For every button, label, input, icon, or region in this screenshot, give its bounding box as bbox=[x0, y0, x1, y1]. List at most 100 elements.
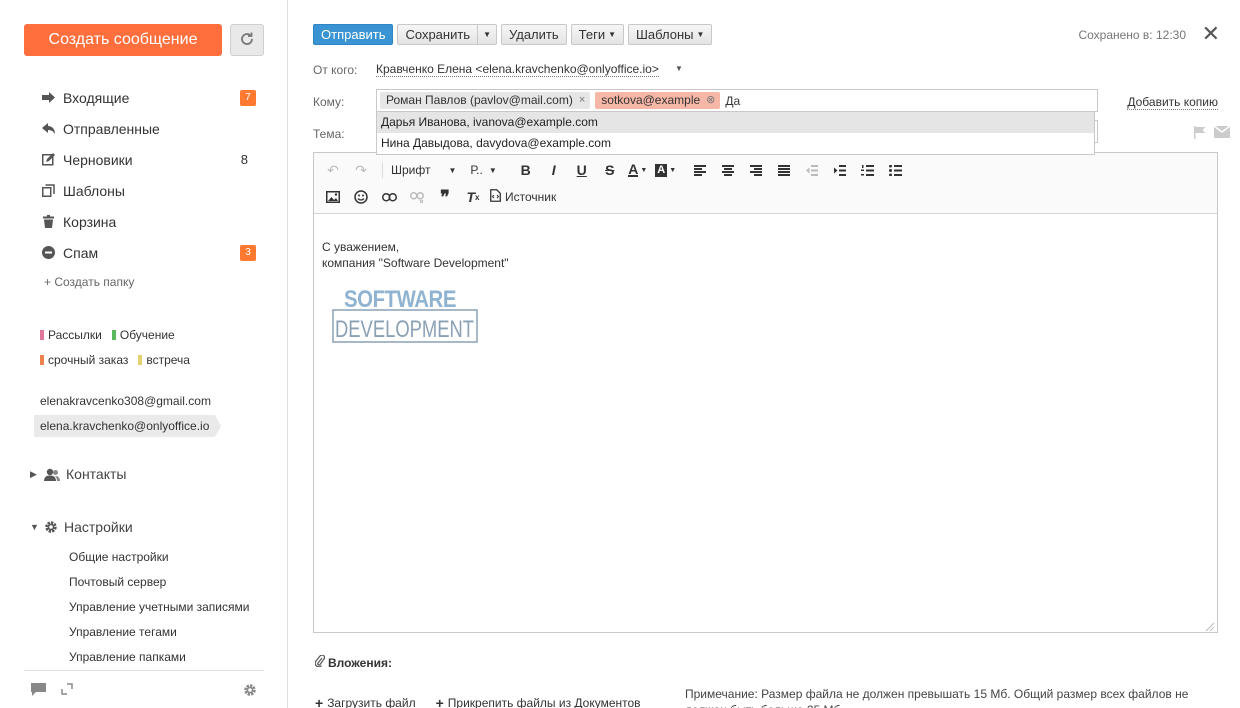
tag-item[interactable]: Рассылки bbox=[40, 328, 102, 342]
folder-inbox[interactable]: Входящие 7 bbox=[40, 82, 260, 113]
align-left-icon[interactable] bbox=[689, 159, 711, 181]
delete-button[interactable]: Удалить bbox=[501, 24, 567, 45]
tag-label: срочный заказ bbox=[48, 352, 129, 367]
tag-item[interactable]: встреча bbox=[138, 353, 190, 367]
outdent-icon[interactable] bbox=[801, 159, 823, 181]
draft-count: 8 bbox=[240, 152, 248, 167]
tag-color-swatch bbox=[111, 329, 116, 340]
bold-icon[interactable]: B bbox=[515, 159, 537, 181]
tag-label: Рассылки bbox=[48, 327, 102, 342]
source-button[interactable]: Источник bbox=[490, 189, 556, 205]
account-item[interactable]: elenakravcenko308@gmail.com bbox=[34, 390, 215, 412]
settings-list: Общие настройки Почтовый сервер Управлен… bbox=[69, 545, 249, 670]
create-folder-link[interactable]: + Создать папку bbox=[44, 275, 134, 289]
recipient-chip[interactable]: Роман Павлов (pavlov@mail.com) × bbox=[380, 92, 591, 109]
saved-status: Сохранено в: 12:30 bbox=[1078, 28, 1186, 42]
recipient-chip-invalid[interactable]: sotkova@example ⊗ bbox=[595, 92, 721, 109]
align-right-icon[interactable] bbox=[745, 159, 767, 181]
from-select[interactable]: Кравченко Елена <elena.kravchenko@onlyof… bbox=[376, 62, 659, 77]
sidebar-footer bbox=[24, 670, 264, 708]
upload-file-button[interactable]: + Загрузить файл bbox=[315, 695, 416, 708]
create-message-button[interactable]: Создать сообщение bbox=[24, 24, 222, 56]
contacts-section[interactable]: ▶ Контакты bbox=[30, 466, 126, 482]
tag-color-swatch bbox=[138, 354, 143, 365]
font-size-select[interactable]: Р.. ▼ bbox=[470, 163, 496, 177]
flag-icon[interactable] bbox=[1194, 126, 1206, 142]
editor-toolbar: ↶ ↷ Шрифт ▼ Р.. ▼ B I U S A ▼ A ▼ ❞ T x … bbox=[314, 153, 1217, 214]
align-justify-icon[interactable] bbox=[773, 159, 795, 181]
save-options-button[interactable]: ▼ bbox=[478, 24, 497, 45]
numbered-list-icon[interactable] bbox=[857, 159, 879, 181]
redo-icon[interactable]: ↷ bbox=[350, 159, 372, 181]
to-label: Кому: bbox=[313, 95, 345, 109]
settings-item-general[interactable]: Общие настройки bbox=[69, 545, 249, 570]
text-color-icon[interactable]: A ▼ bbox=[627, 159, 649, 181]
message-body[interactable]: С уважением, компания "Software Developm… bbox=[322, 239, 509, 271]
image-icon[interactable] bbox=[322, 186, 344, 208]
chevron-down-icon[interactable]: ▼ bbox=[675, 64, 683, 73]
suggestion-item[interactable]: Нина Давыдова, davydova@example.com bbox=[377, 133, 1094, 154]
folder-drafts[interactable]: Черновики 8 bbox=[40, 144, 260, 175]
folder-trash[interactable]: Корзина bbox=[40, 206, 260, 237]
settings-item-tags[interactable]: Управление тегами bbox=[69, 620, 249, 645]
account-list: elenakravcenko308@gmail.com elena.kravch… bbox=[34, 390, 222, 437]
attach-documents-button[interactable]: + Прикрепить файлы из Документов bbox=[436, 695, 641, 708]
templates-button-label: Шаблоны bbox=[636, 27, 694, 42]
close-icon[interactable]: ✕ bbox=[1202, 23, 1220, 45]
add-copy-link[interactable]: Добавить копию bbox=[1127, 95, 1218, 110]
svg-text:SOFTWARE: SOFTWARE bbox=[344, 286, 456, 313]
to-input[interactable] bbox=[725, 92, 786, 109]
subject-icons bbox=[1194, 125, 1231, 142]
folder-sent[interactable]: Отправленные bbox=[40, 113, 260, 144]
folder-label: Шаблоны bbox=[63, 182, 125, 199]
settings-item-mail-server[interactable]: Почтовый сервер bbox=[69, 570, 249, 595]
account-item-selected[interactable]: elena.kravchenko@onlyoffice.io bbox=[34, 415, 222, 437]
align-center-icon[interactable] bbox=[717, 159, 739, 181]
tag-label: встреча bbox=[146, 352, 190, 367]
resize-handle[interactable] bbox=[1205, 620, 1215, 632]
background-color-icon[interactable]: A ▼ bbox=[655, 159, 677, 181]
refresh-icon bbox=[239, 31, 255, 50]
italic-icon[interactable]: I bbox=[543, 159, 565, 181]
gear-icon[interactable] bbox=[243, 683, 257, 697]
templates-icon bbox=[40, 184, 56, 197]
envelope-icon[interactable] bbox=[1213, 125, 1231, 142]
templates-button[interactable]: Шаблоны ▼ bbox=[628, 24, 713, 45]
undo-icon[interactable]: ↶ bbox=[322, 159, 344, 181]
contacts-icon bbox=[44, 468, 60, 481]
folder-templates[interactable]: Шаблоны bbox=[40, 175, 260, 206]
expand-icon[interactable] bbox=[61, 683, 73, 695]
strikethrough-icon[interactable]: S bbox=[599, 159, 621, 181]
font-size-select-label: Р.. bbox=[470, 163, 483, 177]
suggestion-item[interactable]: Дарья Иванова, ivanova@example.com bbox=[377, 112, 1094, 133]
from-label: От кого: bbox=[313, 63, 358, 77]
link-icon[interactable] bbox=[378, 186, 400, 208]
drafts-icon bbox=[40, 153, 56, 166]
close-icon[interactable]: × bbox=[579, 92, 585, 109]
settings-item-folders[interactable]: Управление папками bbox=[69, 645, 249, 670]
send-button[interactable]: Отправить bbox=[313, 24, 394, 45]
indent-icon[interactable] bbox=[829, 159, 851, 181]
tag-item[interactable]: срочный заказ bbox=[40, 353, 128, 367]
folder-list: Входящие 7 Отправленные Черновики 8 Шабл… bbox=[40, 82, 260, 268]
settings-item-accounts[interactable]: Управление учетными записями bbox=[69, 595, 249, 620]
font-select[interactable]: Шрифт ▼ bbox=[391, 163, 456, 177]
folder-spam[interactable]: Спам 3 bbox=[40, 237, 260, 268]
clear-format-icon[interactable]: Tx bbox=[462, 186, 484, 208]
smiley-icon[interactable] bbox=[350, 186, 372, 208]
underline-icon[interactable]: U bbox=[571, 159, 593, 181]
refresh-button[interactable] bbox=[230, 24, 264, 56]
source-icon bbox=[490, 189, 501, 205]
blockquote-icon[interactable]: ❞ bbox=[434, 186, 456, 208]
close-icon[interactable]: ⊗ bbox=[706, 92, 715, 109]
chevron-down-icon: ▼ bbox=[696, 30, 705, 39]
unlink-icon[interactable] bbox=[406, 186, 428, 208]
tags-button[interactable]: Теги ▼ bbox=[570, 24, 625, 45]
chat-icon[interactable] bbox=[31, 683, 46, 696]
save-button[interactable]: Сохранить bbox=[397, 24, 479, 45]
settings-section[interactable]: ▼ Настройки bbox=[30, 519, 133, 535]
tag-item[interactable]: Обучение bbox=[111, 328, 175, 342]
to-field[interactable]: Роман Павлов (pavlov@mail.com) × sotkova… bbox=[376, 89, 1098, 112]
chevron-down-icon: ▼ bbox=[608, 30, 617, 39]
bulleted-list-icon[interactable] bbox=[885, 159, 907, 181]
